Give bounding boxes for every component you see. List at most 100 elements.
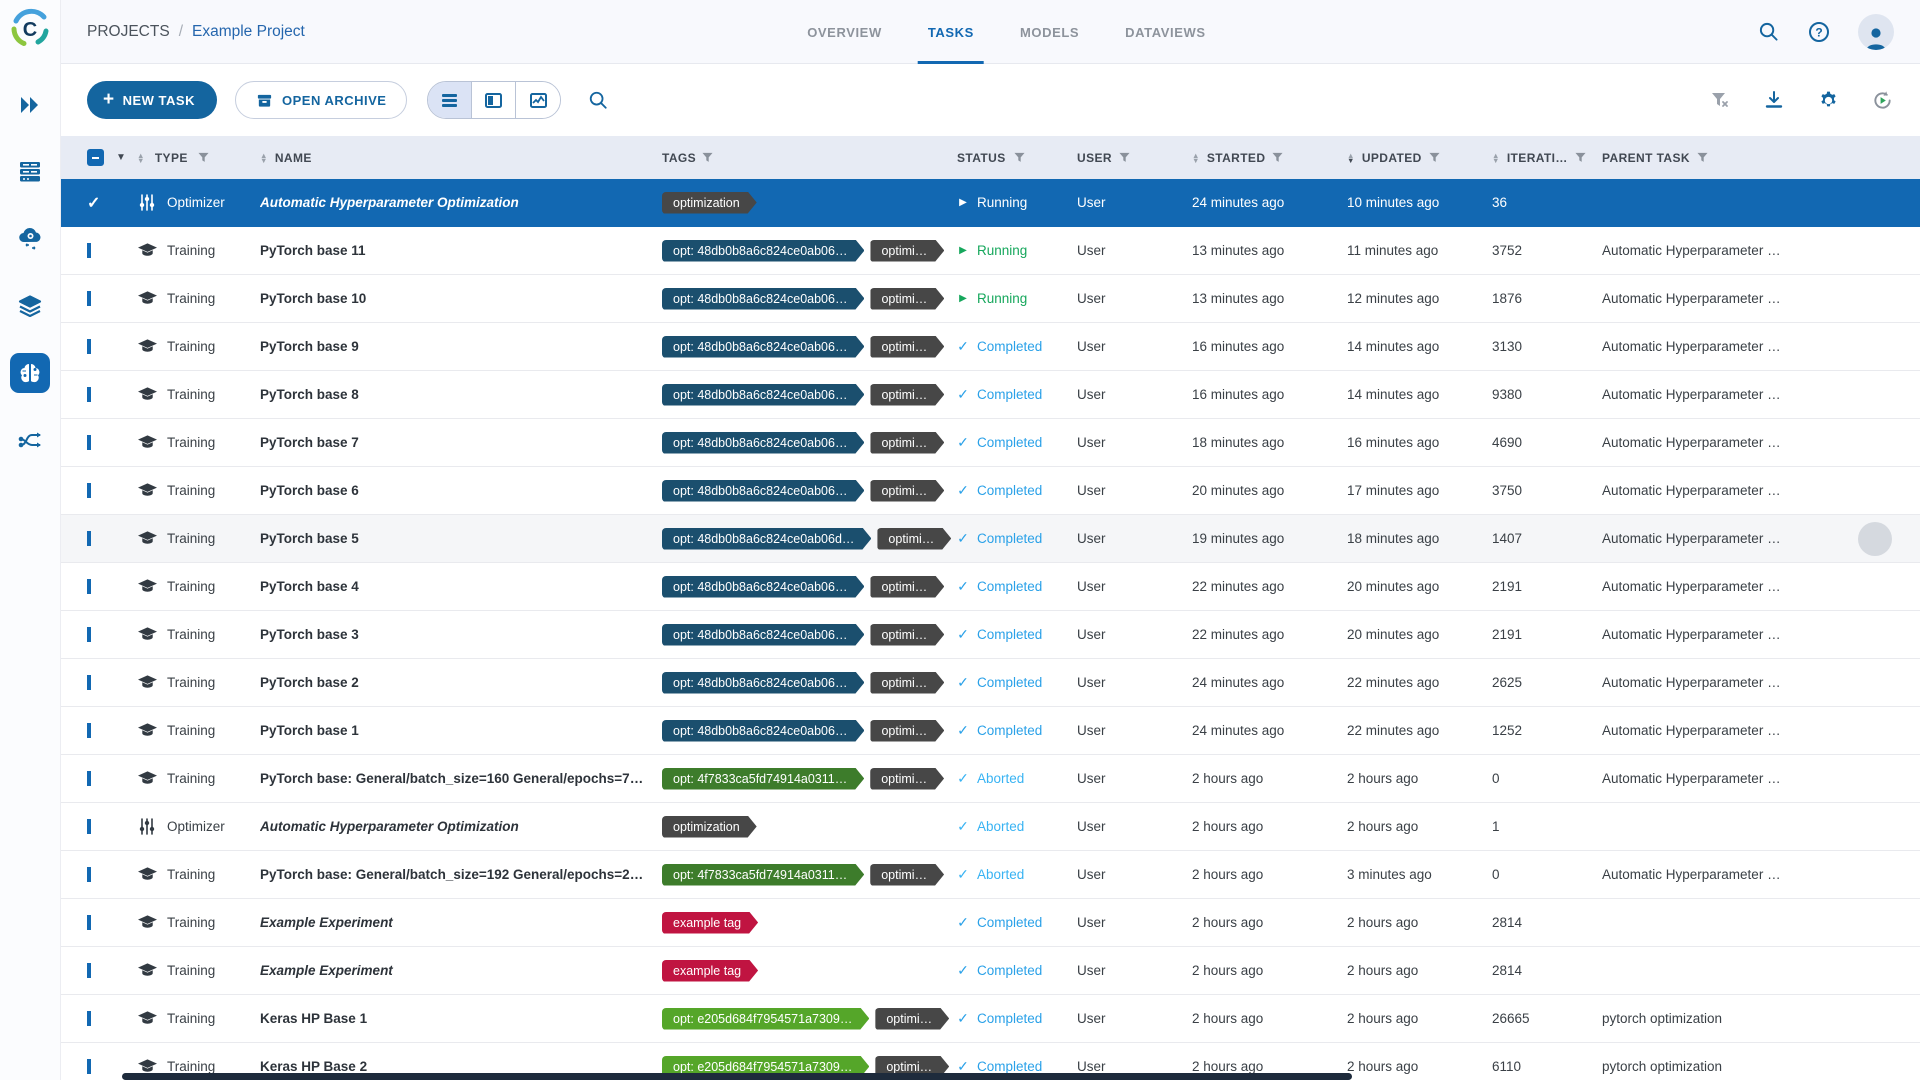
row-select-cell[interactable] [87,387,137,402]
filter-icon[interactable] [1119,152,1130,163]
row-select-cell[interactable] [87,627,137,642]
table-row[interactable]: TrainingExample Experimentexample tag✓Co… [61,947,1920,995]
breadcrumb-projects[interactable]: PROJECTS [87,23,170,41]
clearml-logo-icon[interactable]: C [8,7,52,51]
table-row[interactable]: TrainingPyTorch base 4opt: 48db0b8a6c824… [61,563,1920,611]
scroll-ghost-button[interactable] [1858,522,1892,556]
new-task-button[interactable]: + NEW TASK [87,81,217,119]
column-header-updated[interactable]: ▲▼UPDATED [1347,151,1492,165]
row-checkbox[interactable] [87,531,91,546]
table-row[interactable]: TrainingPyTorch base 7opt: 48db0b8a6c824… [61,419,1920,467]
table-row[interactable]: TrainingPyTorch base 8opt: 48db0b8a6c824… [61,371,1920,419]
column-header-type[interactable]: ▲▼TYPE [137,151,260,165]
row-select-cell[interactable] [87,819,137,834]
column-header-status[interactable]: STATUS [957,151,1077,165]
row-select-cell[interactable] [87,675,137,690]
tab-dataviews[interactable]: DATAVIEWS [1125,0,1206,64]
column-header-tags[interactable]: TAGS [662,151,957,165]
table-row[interactable]: TrainingPyTorch base 3opt: 48db0b8a6c824… [61,611,1920,659]
open-archive-button[interactable]: OPEN ARCHIVE [235,81,407,119]
sidebar-item-datasets[interactable] [10,286,50,326]
filter-icon[interactable] [1575,152,1586,163]
user-avatar[interactable] [1858,14,1894,50]
row-checkbox[interactable] [87,1011,91,1026]
column-header-parent[interactable]: PARENT TASK [1602,151,1920,165]
select-all-checkbox[interactable] [87,149,104,166]
row-checkbox[interactable] [87,291,91,306]
row-checkbox[interactable] [87,963,91,978]
table-search-icon[interactable] [583,85,613,115]
row-checkbox[interactable] [87,723,91,738]
table-row[interactable]: TrainingPyTorch base 5opt: 48db0b8a6c824… [61,515,1920,563]
table-row[interactable]: OptimizerAutomatic Hyperparameter Optimi… [61,803,1920,851]
row-checkbox[interactable] [87,867,91,882]
download-icon[interactable] [1762,88,1786,112]
row-checkbox[interactable] [87,243,91,258]
column-header-name[interactable]: ▲▼NAME [260,151,662,165]
row-checkbox[interactable] [87,819,91,834]
row-select-cell[interactable] [87,531,137,546]
table-row[interactable]: TrainingPyTorch base 10opt: 48db0b8a6c82… [61,275,1920,323]
row-select-cell[interactable] [87,1059,137,1074]
row-select-cell[interactable] [87,723,137,738]
row-checkbox[interactable] [87,579,91,594]
sidebar-item-expand[interactable] [10,85,50,125]
row-select-cell[interactable] [87,243,137,258]
sort-icon[interactable]: ▲▼ [1492,153,1500,163]
table-row[interactable]: TrainingPyTorch base 11opt: 48db0b8a6c82… [61,227,1920,275]
row-select-cell[interactable]: ✓ [87,193,137,213]
selection-menu-caret-icon[interactable]: ▼ [116,152,126,163]
sort-icon[interactable]: ▲▼ [1192,153,1200,163]
table-row[interactable]: TrainingKeras HP Base 1opt: e205d684f795… [61,995,1920,1043]
table-row[interactable]: TrainingPyTorch base 1opt: 48db0b8a6c824… [61,707,1920,755]
row-checkbox[interactable] [87,675,91,690]
sidebar-item-pipelines[interactable] [10,420,50,460]
row-select-cell[interactable] [87,339,137,354]
row-checkbox[interactable] [87,435,91,450]
table-row[interactable]: TrainingPyTorch base: General/batch_size… [61,755,1920,803]
row-select-cell[interactable] [87,435,137,450]
row-checkbox[interactable] [87,627,91,642]
help-icon[interactable]: ? [1807,20,1831,44]
filter-icon[interactable] [198,152,209,163]
sidebar-item-workers[interactable] [10,219,50,259]
table-row[interactable]: TrainingPyTorch base 9opt: 48db0b8a6c824… [61,323,1920,371]
column-header-started[interactable]: ▲▼STARTED [1192,151,1347,165]
table-row[interactable]: TrainingExample Experimentexample tag✓Co… [61,899,1920,947]
tab-overview[interactable]: OVERVIEW [807,0,882,64]
table-row[interactable]: TrainingPyTorch base: General/batch_size… [61,851,1920,899]
row-select-cell[interactable] [87,771,137,786]
sort-icon[interactable]: ▲▼ [137,153,145,163]
filter-icon[interactable] [702,152,713,163]
row-select-cell[interactable] [87,1011,137,1026]
row-select-cell[interactable] [87,579,137,594]
tab-models[interactable]: MODELS [1020,0,1079,64]
table-row[interactable]: TrainingPyTorch base 6opt: 48db0b8a6c824… [61,467,1920,515]
horizontal-scrollbar[interactable] [122,1073,1352,1080]
filter-icon[interactable] [1429,152,1440,163]
row-select-cell[interactable] [87,291,137,306]
filter-icon[interactable] [1014,152,1025,163]
filter-icon[interactable] [1697,152,1708,163]
row-select-cell[interactable] [87,483,137,498]
chart-view-button[interactable] [516,82,560,118]
sort-icon[interactable]: ▲▼ [1347,153,1355,163]
sort-icon[interactable]: ▲▼ [260,153,268,163]
row-select-cell[interactable] [87,867,137,882]
table-row[interactable]: TrainingPyTorch base 2opt: 48db0b8a6c824… [61,659,1920,707]
auto-refresh-icon[interactable] [1870,88,1894,112]
row-checkbox[interactable] [87,1059,91,1074]
search-icon[interactable] [1756,20,1780,44]
clear-filters-icon[interactable] [1708,88,1732,112]
split-view-button[interactable] [472,82,516,118]
row-checkbox[interactable] [87,915,91,930]
settings-gear-icon[interactable] [1816,88,1840,112]
filter-icon[interactable] [1272,152,1283,163]
row-checkbox[interactable] [87,339,91,354]
row-select-cell[interactable] [87,915,137,930]
row-select-cell[interactable] [87,963,137,978]
breadcrumb-current-project[interactable]: Example Project [192,23,305,41]
row-checkbox[interactable] [87,483,91,498]
table-view-button[interactable] [428,82,472,118]
sidebar-item-projects[interactable] [10,353,50,393]
